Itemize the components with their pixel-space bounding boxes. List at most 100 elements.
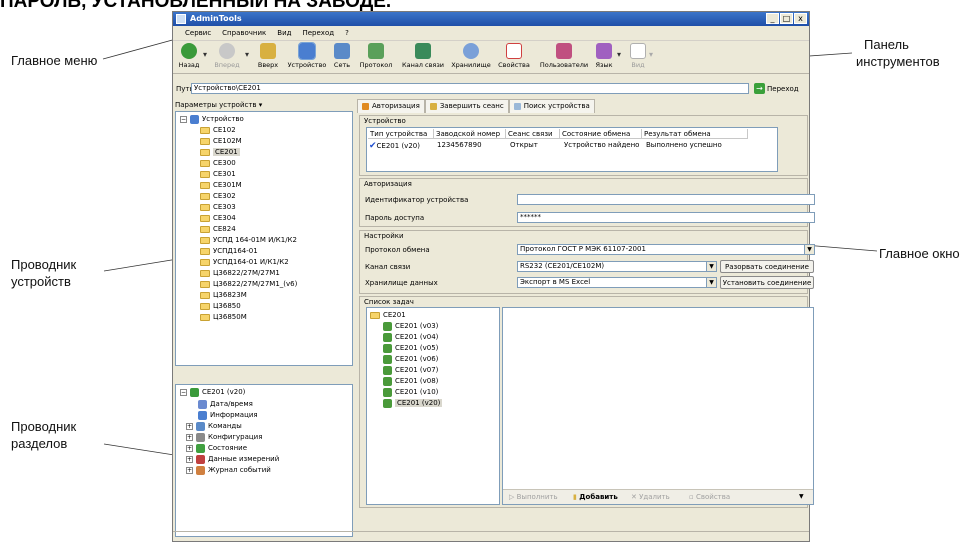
section-item[interactable]: + Состояние [186,443,247,454]
tree-item[interactable]: CE303 [200,202,236,213]
expand-icon[interactable]: + [186,444,193,452]
chevron-down-icon[interactable]: ▼ [804,245,814,254]
section-root[interactable]: − CE201 (v20) [180,387,245,398]
menu-view[interactable]: Вид [277,29,291,37]
menu-reference[interactable]: Справочник [222,29,266,37]
expand-icon[interactable]: + [186,433,193,441]
tree-item[interactable]: CE302 [200,191,236,202]
view-dropdown-icon[interactable]: ▾ [649,50,653,59]
expand-icon[interactable]: + [186,422,193,430]
go-button[interactable]: Переход [767,85,799,93]
tree-item[interactable]: УСПД164-01 И/К1/К2 [200,257,289,268]
tree-item[interactable]: CE304 [200,213,236,224]
device-id-input[interactable] [517,194,815,205]
menu-service[interactable]: Сервис [185,29,211,37]
properties-button[interactable]: Свойства [495,42,533,69]
tree-item[interactable]: Ц36822/27М/27М1_(v6) [200,279,297,290]
tab-authorization[interactable]: Авторизация [357,99,425,113]
channel-label: Канал связи [401,61,445,69]
more-dropdown-icon[interactable]: ▼ [799,493,804,500]
channel-button[interactable]: Канал связи [399,42,447,69]
tree-item[interactable]: УСПД164-01 [200,246,258,257]
task-item[interactable]: CE201 (v10) [383,387,438,398]
storage-select[interactable]: Экспорт в MS Excel ▼ [517,277,717,288]
expand-icon[interactable]: + [186,466,193,474]
maximize-button[interactable]: □ [780,13,793,24]
storage-button[interactable]: Хранилище [451,42,491,69]
tree-item[interactable]: Ц36850 [200,301,241,312]
minimize-button[interactable]: _ [766,13,779,24]
storage-value: Экспорт в MS Excel [520,278,591,286]
users-button[interactable]: Пользователи [539,42,589,69]
tasks-root[interactable]: CE201 [370,310,406,321]
task-item[interactable]: CE201 (v05) [383,343,438,354]
collapse-icon[interactable]: − [180,115,187,123]
task-item[interactable]: CE201 (v06) [383,354,438,365]
tree-item[interactable]: УСПД 164-01М И/К1/К2 [200,235,297,246]
tree-item[interactable]: Ц36850М [200,312,247,323]
tree-item[interactable]: CE301M [200,180,242,191]
protocol-button[interactable]: Протокол [357,42,395,69]
tasks-group: Список задач CE201 CE201 (v03) CE201 (v04… [359,296,814,508]
password-input[interactable]: ****** [517,212,815,223]
tree-item[interactable]: CE102 [200,125,236,136]
col-exchange-state[interactable]: Состояние обмена [560,129,642,139]
section-item[interactable]: + Данные измерений [186,454,279,465]
section-item[interactable]: Информация [198,410,258,421]
task-item[interactable]: CE201 (v20) [383,398,443,409]
section-item[interactable]: + Журнал событий [186,465,271,476]
section-item[interactable]: + Команды [186,421,242,432]
back-button[interactable]: Назад [177,42,201,69]
col-serial-number[interactable]: Заводской номер [434,129,506,139]
go-arrow-icon[interactable]: → [754,83,765,94]
section-item[interactable]: + Конфигурация [186,432,262,443]
tree-item[interactable]: CE301 [200,169,236,180]
forward-button[interactable]: Вперед [211,42,243,69]
disconnect-button[interactable]: Разорвать соединение [720,260,814,273]
run-button[interactable]: ▷ Выполнить [509,493,558,501]
task-item[interactable]: CE201 (v04) [383,332,438,343]
tab-end-session[interactable]: Завершить сеанс [424,99,509,113]
tree-item[interactable]: CE824 [200,224,236,235]
col-session[interactable]: Сеанс связи [506,129,560,139]
connect-button[interactable]: Установить соединение [720,276,814,289]
language-button[interactable]: Язык [593,42,615,69]
chevron-down-icon[interactable]: ▼ [706,262,716,271]
menu-help[interactable]: ? [345,29,349,37]
tree-item[interactable]: CE201 [200,147,240,158]
chevron-down-icon[interactable]: ▼ [706,278,716,287]
task-item[interactable]: CE201 (v07) [383,365,438,376]
back-dropdown-icon[interactable]: ▾ [203,50,207,59]
expand-icon[interactable]: + [186,455,193,463]
forward-dropdown-icon[interactable]: ▾ [245,50,249,59]
section-item[interactable]: Дата/время [198,399,253,410]
tree-item[interactable]: CE300 [200,158,236,169]
network-button[interactable]: Сеть [331,42,353,69]
menu-go[interactable]: Переход [302,29,334,37]
task-item[interactable]: CE201 (v03) [383,321,438,332]
device-button[interactable]: Устройство [287,42,327,69]
col-device-type[interactable]: Тип устройства [368,129,434,139]
task-item[interactable]: CE201 (v08) [383,376,438,387]
tree-item-label: CE301M [213,181,242,189]
collapse-icon[interactable]: − [180,388,187,396]
tree-item[interactable]: Ц36822/27М/27М1 [200,268,280,279]
col-exchange-result[interactable]: Результат обмена [642,129,748,139]
view-button[interactable]: Вид [627,42,649,69]
protocol-select[interactable]: Протокол ГОСТ Р МЭК 61107-2001 ▼ [517,244,815,255]
channel-select[interactable]: RS232 (CE201/CE102M) ▼ [517,261,717,272]
language-dropdown-icon[interactable]: ▾ [617,50,621,59]
task-properties-button[interactable]: ▫ Свойства [689,493,730,501]
address-input[interactable]: Устройство\CE201 [191,83,749,94]
window-titlebar[interactable]: AdminTools _ □ x [173,12,809,26]
tab-search-device[interactable]: Поиск устройства [508,99,595,113]
add-button[interactable]: ▮ Добавить [573,493,618,501]
tree-item[interactable]: CE102M [200,136,242,147]
close-button[interactable]: x [794,13,807,24]
table-row[interactable]: ✔CE201 (v20) [369,141,420,151]
device-params-dropdown[interactable]: Параметры устройств ▾ [175,101,262,109]
delete-button[interactable]: ✕ Удалить [631,493,670,501]
up-button[interactable]: Вверх [253,42,283,69]
tree-root-device[interactable]: − Устройство [180,114,244,125]
tree-item[interactable]: Ц36823М [200,290,247,301]
